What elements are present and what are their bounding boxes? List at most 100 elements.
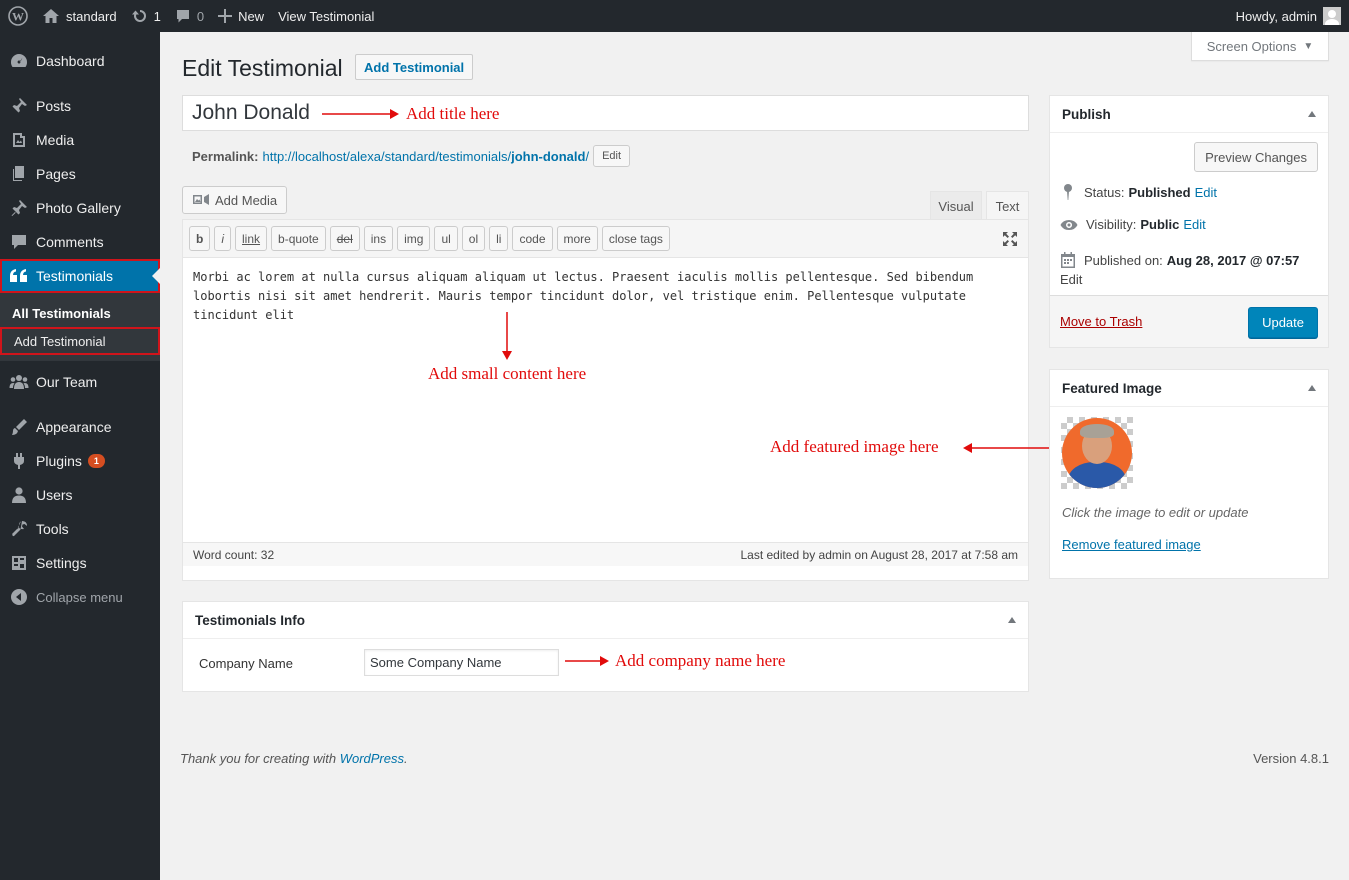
calendar-icon [1061, 252, 1075, 268]
collapse-icon [9, 587, 29, 607]
updates-count: 1 [153, 8, 161, 24]
pin-icon [9, 96, 29, 116]
qt-close-tags-button[interactable]: close tags [601, 226, 670, 251]
permalink-link[interactable]: http://localhost/alexa/standard/testimon… [262, 149, 589, 164]
sidebar-item-comments[interactable]: Comments [0, 225, 160, 259]
qt-del-button[interactable]: del [329, 226, 360, 251]
avatar [1323, 7, 1341, 25]
qt-bold-button[interactable]: b [189, 226, 211, 251]
eye-icon [1060, 219, 1078, 230]
wordpress-logo-icon[interactable]: W [0, 0, 35, 32]
qt-code-button[interactable]: code [512, 226, 553, 251]
new-content-link[interactable]: New [211, 0, 271, 32]
page-title: Edit Testimonial [182, 55, 343, 81]
qt-link-button[interactable]: link [235, 226, 268, 251]
featured-image-box: Featured Image Click the image to edit o… [1049, 369, 1329, 579]
toggle-arrow-icon[interactable] [1308, 111, 1316, 117]
title-input[interactable]: John Donald [182, 95, 1029, 131]
media-icon [9, 130, 29, 150]
caret-down-icon: ▼ [1303, 40, 1314, 52]
sidebar-item-label: Plugins [36, 453, 82, 469]
qt-more-button[interactable]: more [556, 226, 598, 251]
sidebar-item-tools[interactable]: Tools [0, 512, 160, 546]
comment-icon [176, 10, 189, 23]
publish-header[interactable]: Publish [1050, 96, 1328, 133]
submenu-all-testimonials[interactable]: All Testimonials [0, 299, 160, 327]
sidebar-item-label: Our Team [36, 374, 98, 390]
qt-img-button[interactable]: img [397, 226, 431, 251]
qt-italic-button[interactable]: i [214, 226, 232, 251]
update-button[interactable]: Update [1248, 307, 1318, 338]
qt-blockquote-button[interactable]: b-quote [271, 226, 326, 251]
remove-featured-image-link[interactable]: Remove featured image [1062, 537, 1201, 552]
qt-ul-button[interactable]: ul [434, 226, 458, 251]
fullscreen-icon[interactable] [1002, 231, 1018, 247]
footer-version: Version 4.8.1 [1253, 751, 1329, 766]
toggle-arrow-icon[interactable] [1308, 385, 1316, 391]
arrow-right-icon [322, 109, 399, 119]
tab-visual[interactable]: Visual [930, 191, 982, 220]
tab-text[interactable]: Text [986, 191, 1029, 220]
my-account-link[interactable]: Howdy, admin [1229, 0, 1349, 32]
annotation-title: Add title here [406, 104, 500, 123]
plug-icon [9, 451, 29, 471]
company-name-input[interactable]: Some Company Name [364, 649, 559, 676]
edit-status-link[interactable]: Edit [1195, 185, 1217, 200]
sidebar-item-plugins[interactable]: Plugins 1 [0, 444, 160, 478]
status-row: Status: Published Edit [1060, 183, 1217, 201]
updates-link[interactable]: 1 [124, 0, 168, 32]
sidebar-item-our-team[interactable]: Our Team [0, 365, 160, 399]
sidebar-item-testimonials[interactable]: Testimonials [0, 259, 160, 293]
published-on-value: Aug 28, 2017 @ 07:57 [1166, 252, 1300, 268]
featured-image-header[interactable]: Featured Image [1050, 370, 1328, 407]
edit-visibility-link[interactable]: Edit [1183, 217, 1205, 232]
sidebar-item-dashboard[interactable]: Dashboard [0, 44, 160, 78]
site-name: standard [66, 8, 117, 24]
sidebar-item-settings[interactable]: Settings [0, 546, 160, 580]
sidebar-item-pages[interactable]: Pages [0, 157, 160, 191]
testimonials-info-header[interactable]: Testimonials Info [183, 602, 1028, 639]
title-value: John Donald [192, 101, 310, 124]
admin-sidebar: Dashboard Posts Media Pages Photo Galler… [0, 32, 160, 880]
permalink-label: Permalink: [192, 148, 259, 164]
comments-link[interactable]: 0 [168, 0, 211, 32]
featured-image-title: Featured Image [1062, 380, 1162, 396]
qt-ol-button[interactable]: ol [461, 226, 486, 251]
sidebar-item-posts[interactable]: Posts [0, 89, 160, 123]
settings-icon [9, 553, 29, 573]
content-textarea[interactable]: Morbi ac lorem at nulla cursus aliquam a… [183, 258, 1028, 542]
add-media-button[interactable]: Add Media [182, 186, 288, 214]
sidebar-item-media[interactable]: Media [0, 123, 160, 157]
view-testimonial-link[interactable]: View Testimonial [271, 0, 381, 32]
featured-image-thumbnail[interactable] [1061, 417, 1133, 489]
team-icon [9, 372, 29, 392]
edit-permalink-button[interactable]: Edit [593, 145, 631, 167]
qt-li-button[interactable]: li [489, 226, 509, 251]
visibility-value: Public [1140, 217, 1180, 232]
sidebar-item-label: Tools [36, 521, 69, 537]
last-edited: Last edited by admin on August 28, 2017 … [740, 547, 1018, 562]
publish-title: Publish [1062, 106, 1111, 122]
footer-thanks: Thank you for creating with WordPress. [180, 751, 408, 766]
annotation-content: Add small content here [428, 364, 587, 383]
sidebar-item-photo-gallery[interactable]: Photo Gallery [0, 191, 160, 225]
collapse-menu-button[interactable]: Collapse menu [0, 580, 160, 614]
wordpress-link[interactable]: WordPress [340, 751, 404, 766]
add-testimonial-button[interactable]: Add Testimonial [355, 54, 474, 80]
status-label: Status: [1084, 184, 1125, 200]
sidebar-item-label: Media [36, 132, 75, 148]
new-label: New [238, 8, 265, 24]
footer-thanks-suffix: . [404, 751, 408, 766]
preview-changes-button[interactable]: Preview Changes [1194, 142, 1318, 172]
qt-ins-button[interactable]: ins [363, 226, 394, 251]
move-to-trash-link[interactable]: Move to Trash [1060, 314, 1142, 329]
screen-options-button[interactable]: Screen Options ▼ [1191, 32, 1329, 61]
testimonials-submenu: All Testimonials Add Testimonial [0, 293, 160, 361]
toggle-arrow-icon[interactable] [1008, 617, 1016, 623]
site-name-link[interactable]: standard [35, 0, 124, 32]
sidebar-item-appearance[interactable]: Appearance [0, 410, 160, 444]
edit-date-link[interactable]: Edit [1060, 272, 1082, 287]
submenu-add-testimonial[interactable]: Add Testimonial [0, 327, 160, 355]
sidebar-item-users[interactable]: Users [0, 478, 160, 512]
testimonials-info-title: Testimonials Info [195, 612, 306, 628]
